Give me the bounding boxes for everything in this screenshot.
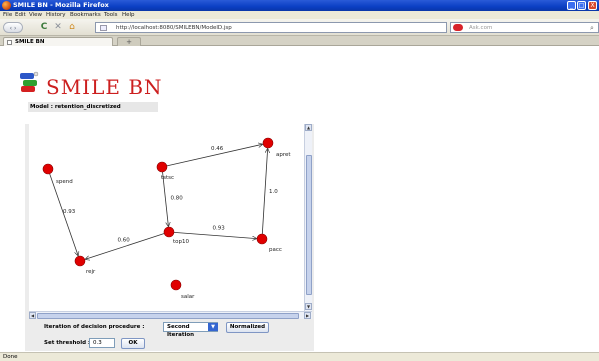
iteration-label: Iteration of decision procedure :	[44, 324, 145, 330]
status-bar: Done	[0, 352, 599, 361]
menu-bar: File Edit View History Bookmarks Tools H…	[0, 11, 599, 19]
url-text[interactable]: http://localhost:8080/SMILEBN/ModelD.jsp	[116, 23, 232, 33]
menu-edit[interactable]: Edit	[15, 11, 26, 19]
node-label-salar: salar	[181, 294, 195, 300]
tab-label: SMILE BN	[15, 39, 45, 45]
scroll-left-icon[interactable]: ◀	[29, 312, 36, 319]
node-label-apret: apret	[276, 152, 291, 158]
firefox-icon	[2, 1, 11, 10]
maximize-button[interactable]: □	[577, 1, 586, 10]
magnifier-icon[interactable]: ⌕	[590, 23, 594, 33]
node-label-spend: spend	[56, 179, 73, 185]
edge-weight-tstsc-top10: 0.80	[171, 196, 184, 202]
back-forward-button[interactable]: ‹ ›	[3, 22, 23, 33]
minimize-button[interactable]: _	[567, 1, 576, 10]
search-engine-icon[interactable]	[453, 24, 463, 31]
smile-logo-icon	[20, 71, 39, 92]
node-pacc[interactable]	[256, 233, 268, 245]
node-rejr[interactable]	[74, 255, 86, 267]
scroll-right-icon[interactable]: ▶	[304, 312, 311, 319]
edge-weight-tstsc-apret: 0.46	[211, 146, 224, 152]
threshold-label: Set threshold :	[44, 340, 91, 346]
url-bar[interactable]: http://localhost:8080/SMILEBN/ModelD.jsp…	[95, 22, 536, 33]
tab-bar: SMILE BN +	[0, 36, 599, 46]
window-titlebar: SMILE BN - Mozilla Firefox _ □ X	[0, 0, 599, 11]
reload-icon[interactable]: C	[38, 22, 50, 33]
edge-pacc-apret	[261, 149, 267, 235]
tab-smile-bn[interactable]: SMILE BN	[3, 37, 113, 46]
tab-page-icon	[7, 40, 12, 45]
edge-top10-pacc	[173, 231, 256, 238]
horizontal-scroll-thumb[interactable]	[37, 313, 299, 319]
edge-weight-top10-rejr: 0.60	[118, 238, 131, 244]
vertical-scrollbar[interactable]: ▲ ▼	[304, 124, 312, 311]
normalized-button[interactable]: Normalized	[226, 322, 269, 333]
node-label-rejr: rejr	[86, 269, 96, 275]
threshold-input[interactable]: 0.3	[89, 338, 115, 348]
search-placeholder[interactable]: Ask.com	[469, 23, 492, 33]
edge-weight-spend-rejr: 0.93	[63, 209, 76, 215]
navigation-toolbar: ‹ › C ✕ ⌂ http://localhost:8080/SMILEBN/…	[0, 19, 599, 36]
menu-bookmarks[interactable]: Bookmarks	[70, 11, 101, 19]
status-text: Done	[3, 354, 18, 360]
node-top10[interactable]	[163, 226, 175, 238]
edge-weight-pacc-apret: 1.0	[269, 189, 278, 195]
node-tstsc[interactable]	[156, 161, 168, 173]
node-label-tstsc: tstsc	[161, 175, 174, 181]
search-box[interactable]: Ask.com ⌕	[450, 22, 599, 33]
scroll-up-icon[interactable]: ▲	[305, 124, 312, 131]
window-title: SMILE BN - Mozilla Firefox	[13, 1, 109, 9]
edge-weight-top10-pacc: 0.93	[213, 226, 226, 232]
network-graph[interactable]: 0.46 0.93 0.80 0.60 0.93 1.0 spend tstsc apret t…	[29, 124, 304, 311]
network-canvas[interactable]: 0.46 0.93 0.80 0.60 0.93 1.0 spend tstsc apret t…	[29, 124, 304, 311]
page-icon	[100, 25, 107, 31]
menu-help[interactable]: Help	[122, 11, 135, 19]
menu-tools[interactable]: Tools	[104, 11, 118, 19]
vertical-scroll-thumb[interactable]	[306, 155, 312, 295]
node-spend[interactable]	[42, 163, 54, 175]
new-tab-button[interactable]: +	[117, 37, 141, 46]
node-salar[interactable]	[170, 279, 182, 291]
scroll-down-icon[interactable]: ▼	[305, 303, 312, 310]
menu-history[interactable]: History	[46, 11, 66, 19]
close-button[interactable]: X	[588, 1, 597, 10]
ok-button[interactable]: OK	[121, 338, 145, 349]
stop-icon[interactable]: ✕	[52, 22, 64, 33]
model-label: Model : retention_discretized	[28, 102, 158, 112]
chevron-down-icon[interactable]: ▼	[208, 323, 218, 331]
horizontal-scrollbar[interactable]: ◀ ▶	[29, 311, 312, 319]
home-icon[interactable]: ⌂	[66, 22, 78, 33]
menu-file[interactable]: File	[3, 11, 12, 19]
node-label-top10: top10	[173, 239, 190, 245]
node-apret[interactable]	[262, 137, 274, 149]
node-label-pacc: pacc	[269, 247, 282, 253]
menu-view[interactable]: View	[29, 11, 42, 19]
app-logo-text: SMILE BN	[46, 75, 163, 99]
iteration-select[interactable]: Second Iteration ▼	[163, 322, 218, 338]
